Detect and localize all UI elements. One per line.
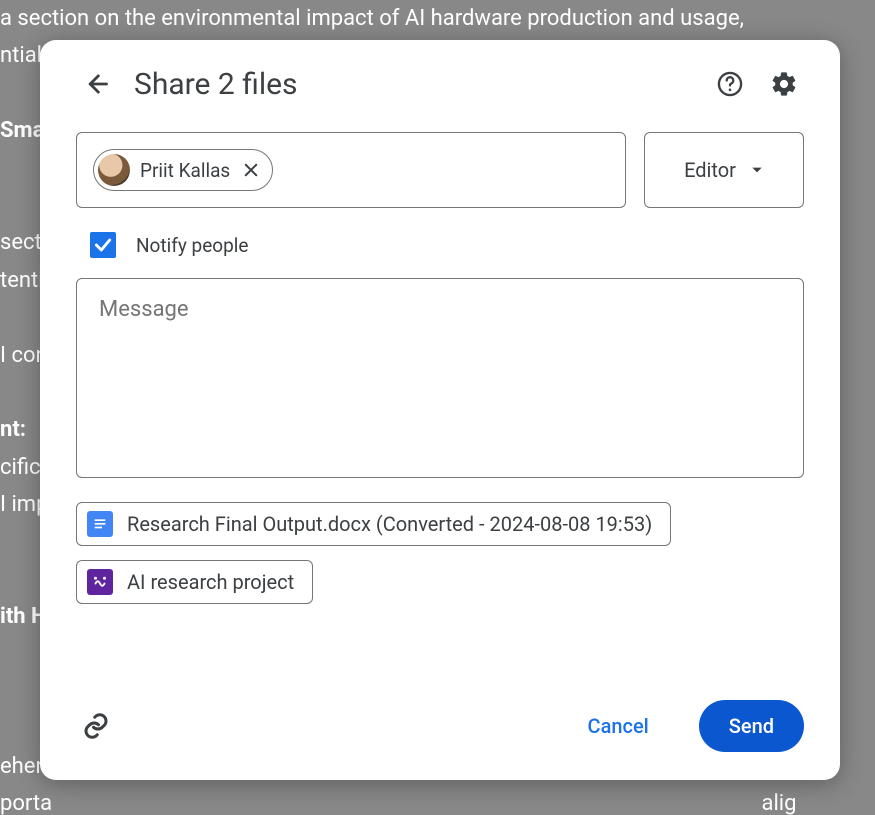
attached-files: Research Final Output.docx (Converted - … [76, 502, 804, 604]
back-button[interactable] [76, 64, 116, 104]
dialog-header: Share 2 files [76, 64, 804, 104]
link-icon [81, 711, 111, 741]
file-chip-name: AI research project [127, 570, 294, 594]
help-button[interactable] [710, 64, 750, 104]
file-chip[interactable]: AI research project [76, 560, 313, 604]
share-dialog: Share 2 files Priit Kallas Editor [40, 40, 840, 780]
remove-chip-button[interactable] [240, 159, 262, 181]
check-icon [93, 235, 113, 255]
message-input[interactable] [76, 278, 804, 478]
docs-icon [87, 511, 113, 537]
people-role-row: Priit Kallas Editor [76, 132, 804, 208]
caret-down-icon [750, 163, 764, 177]
arrow-left-icon [82, 70, 110, 98]
person-chip-name: Priit Kallas [140, 159, 230, 182]
dialog-footer: Cancel Send [76, 672, 804, 752]
dialog-title: Share 2 files [134, 67, 692, 102]
gear-icon [770, 70, 798, 98]
close-icon [242, 161, 260, 179]
cancel-button[interactable]: Cancel [558, 700, 679, 752]
person-chip[interactable]: Priit Kallas [93, 149, 273, 191]
send-button[interactable]: Send [699, 700, 804, 752]
notify-checkbox[interactable] [90, 232, 116, 258]
copy-link-button[interactable] [76, 706, 116, 746]
dialog-header-actions [710, 64, 804, 104]
settings-button[interactable] [764, 64, 804, 104]
avatar [98, 154, 130, 186]
notify-row: Notify people [90, 232, 804, 258]
file-chip[interactable]: Research Final Output.docx (Converted - … [76, 502, 671, 546]
role-select-label: Editor [684, 158, 736, 182]
people-input[interactable]: Priit Kallas [76, 132, 626, 208]
notify-label: Notify people [136, 234, 248, 257]
app-icon [87, 569, 113, 595]
file-chip-name: Research Final Output.docx (Converted - … [127, 512, 652, 536]
role-select[interactable]: Editor [644, 132, 804, 208]
help-icon [716, 70, 744, 98]
